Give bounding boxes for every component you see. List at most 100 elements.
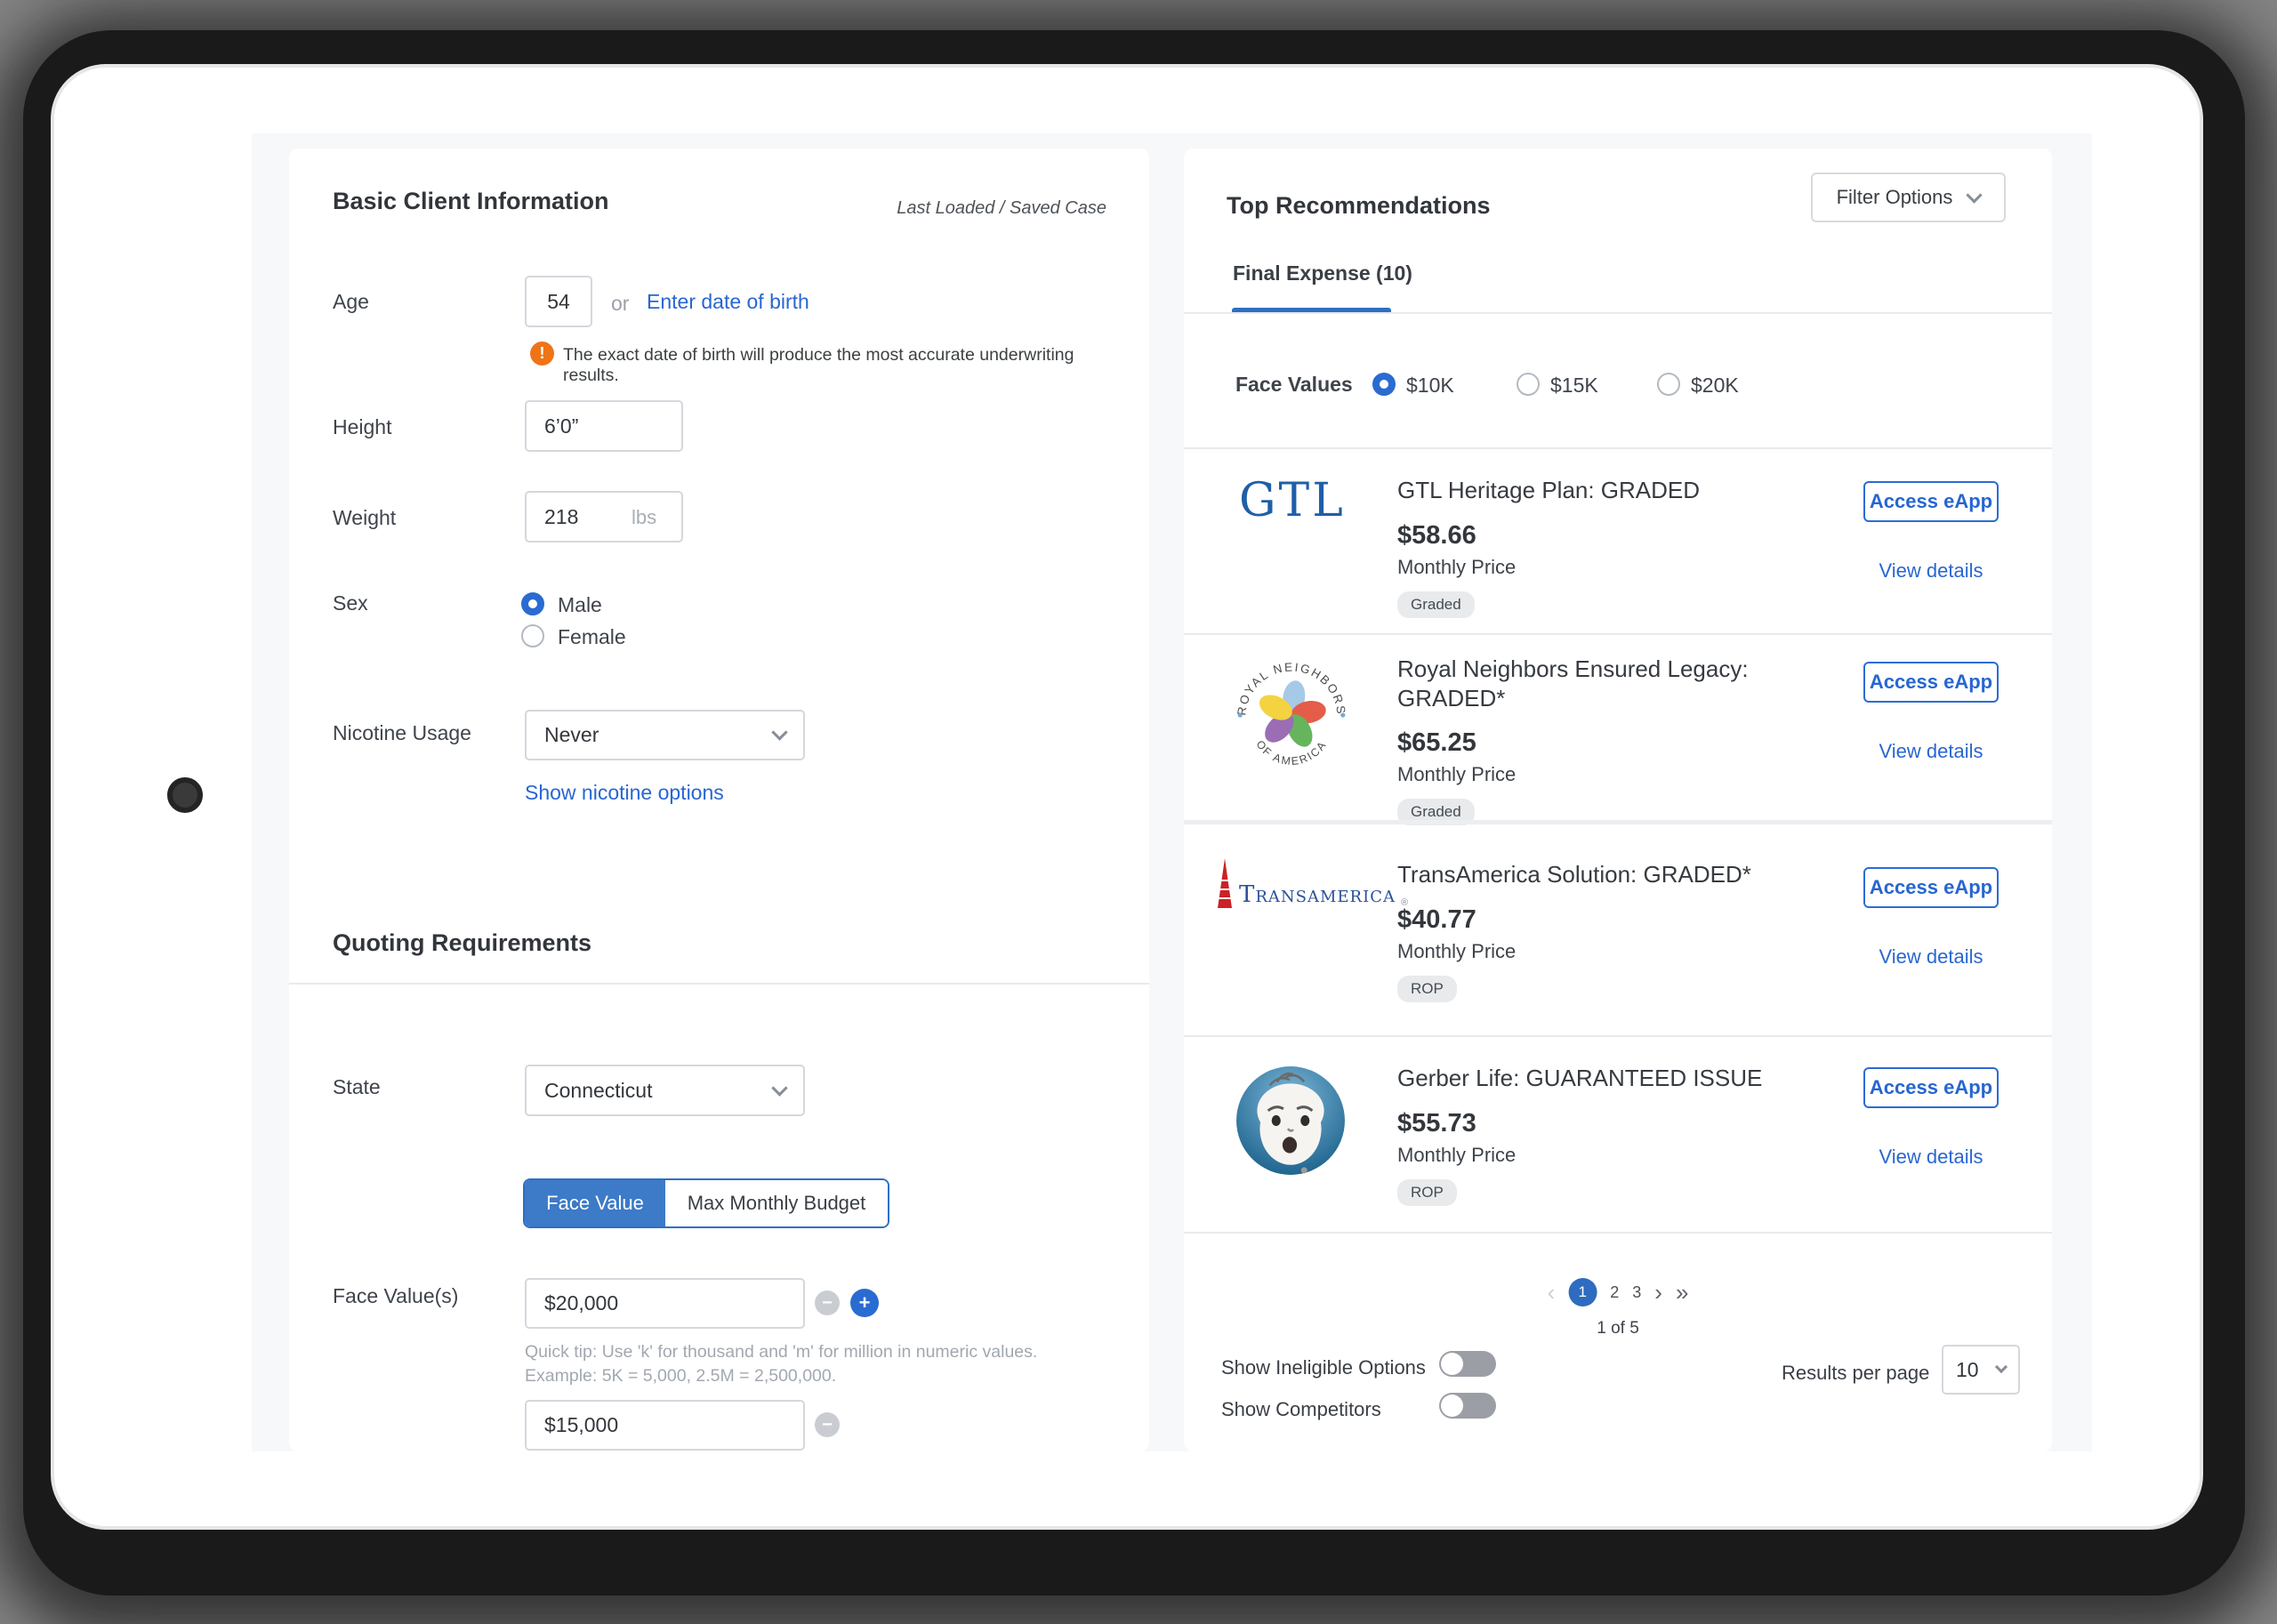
plan-main: TransAmerica Solution: GRADED* $40.77 Mo… xyxy=(1397,860,1751,1002)
face-value-20k-label[interactable]: $20K xyxy=(1691,374,1739,398)
recommendations-title: Top Recommendations xyxy=(1227,192,1491,220)
plan-badge: Graded xyxy=(1397,591,1475,618)
face-value-10k-label[interactable]: $10K xyxy=(1406,374,1454,398)
results-per-page-label: Results per page xyxy=(1782,1362,1929,1385)
plan-main: Royal Neighbors Ensured Legacy: GRADED* … xyxy=(1397,655,1793,825)
face-value-15k-radio[interactable] xyxy=(1517,373,1540,396)
plan-title: GTL Heritage Plan: GRADED xyxy=(1397,476,1700,505)
warning-icon: ! xyxy=(530,342,554,366)
saved-case-note: Last Loaded / Saved Case xyxy=(897,198,1106,219)
state-select[interactable]: Connecticut xyxy=(525,1065,805,1116)
next-page-icon[interactable]: › xyxy=(1654,1279,1662,1306)
gerber-baby-logo xyxy=(1234,1064,1348,1178)
page-2-button[interactable]: 2 xyxy=(1610,1283,1619,1302)
nicotine-select[interactable]: Never xyxy=(525,710,805,760)
plan-badge: ROP xyxy=(1397,1179,1457,1206)
quick-tip-line1: Quick tip: Use 'k' for thousand and 'm' … xyxy=(525,1342,1037,1363)
quote-mode-tabs: Face Value Max Monthly Budget xyxy=(523,1178,889,1228)
remove-face-value-button[interactable]: − xyxy=(815,1290,840,1315)
plan-price: $55.73 xyxy=(1397,1109,1762,1138)
or-text: or xyxy=(611,292,629,316)
plan-title: Royal Neighbors Ensured Legacy: GRADED* xyxy=(1397,655,1793,712)
access-eapp-button[interactable]: Access eApp xyxy=(1863,662,1999,703)
previous-page-icon[interactable]: ‹ xyxy=(1548,1279,1556,1306)
show-ineligible-toggle[interactable] xyxy=(1439,1351,1496,1377)
plan-row-gtl: GTL GTL Heritage Plan: GRADED $58.66 Mon… xyxy=(1184,449,2052,633)
results-footer: ‹ 1 2 3 › » 1 of 5 Show Ineligible Optio… xyxy=(1184,1232,2052,1451)
results-per-page-value: 10 xyxy=(1956,1358,1979,1382)
tab-face-value[interactable]: Face Value xyxy=(525,1180,665,1226)
face-value-15k-label[interactable]: $15K xyxy=(1550,374,1598,398)
weight-input[interactable] xyxy=(525,491,683,543)
plan-row-gerber: Gerber Life: GUARANTEED ISSUE $55.73 Mon… xyxy=(1184,1037,2052,1232)
tab-max-monthly-budget[interactable]: Max Monthly Budget xyxy=(665,1180,888,1226)
state-value: Connecticut xyxy=(544,1079,652,1103)
filter-options-label: Filter Options xyxy=(1837,186,1953,209)
access-eapp-button[interactable]: Access eApp xyxy=(1863,1067,1999,1108)
male-label[interactable]: Male xyxy=(558,593,602,617)
state-label: State xyxy=(333,1075,381,1099)
weight-unit: lbs xyxy=(632,506,656,529)
access-eapp-button[interactable]: Access eApp xyxy=(1863,867,1999,908)
plan-badge: ROP xyxy=(1397,976,1457,1002)
plan-price-caption: Monthly Price xyxy=(1397,556,1700,579)
plan-price: $58.66 xyxy=(1397,521,1700,551)
page-summary: 1 of 5 xyxy=(1597,1319,1639,1339)
page-1-button[interactable]: 1 xyxy=(1568,1278,1597,1306)
plan-actions: Access eApp View details xyxy=(1863,867,1999,969)
filter-options-button[interactable]: Filter Options xyxy=(1811,173,2006,222)
plan-actions: Access eApp View details xyxy=(1863,1067,1999,1169)
plan-price-caption: Monthly Price xyxy=(1397,763,1793,786)
view-details-link[interactable]: View details xyxy=(1863,945,1999,969)
last-page-icon[interactable]: » xyxy=(1676,1279,1688,1306)
face-value-20k-radio[interactable] xyxy=(1657,373,1680,396)
face-value-input-1[interactable] xyxy=(525,1278,805,1329)
age-input[interactable] xyxy=(525,276,592,327)
chevron-down-icon xyxy=(771,724,787,740)
add-face-value-button[interactable]: + xyxy=(850,1289,879,1317)
male-radio[interactable] xyxy=(521,592,544,615)
sex-label: Sex xyxy=(333,591,368,615)
svg-text:OF AMERICA: OF AMERICA xyxy=(1253,738,1329,768)
chevron-down-icon xyxy=(771,1080,787,1096)
face-value-input-2[interactable] xyxy=(525,1400,805,1451)
page-3-button[interactable]: 3 xyxy=(1632,1283,1641,1302)
recommendations-panel: Top Recommendations Filter Options Final… xyxy=(1184,149,2052,1451)
plan-title: Gerber Life: GUARANTEED ISSUE xyxy=(1397,1064,1762,1093)
remove-face-value-button-2[interactable]: − xyxy=(815,1412,840,1437)
results-per-page-select[interactable]: 10 xyxy=(1942,1345,2020,1395)
plan-row-royal-neighbors: ROYAL NEIGHBORS OF AMERICA Royal Neighbo… xyxy=(1184,635,2052,820)
plan-actions: Access eApp View details xyxy=(1863,481,1999,583)
plan-price: $40.77 xyxy=(1397,905,1751,935)
app-background: Basic Client Information Last Loaded / S… xyxy=(252,133,2092,1451)
section-divider xyxy=(289,983,1149,985)
gtl-logo: GTL xyxy=(1239,474,1346,527)
height-label: Height xyxy=(333,415,391,439)
view-details-link[interactable]: View details xyxy=(1863,1146,1999,1169)
dob-warning-text: The exact date of birth will produce the… xyxy=(563,345,1114,386)
panel-title: Basic Client Information xyxy=(333,188,609,215)
female-radio[interactable] xyxy=(521,624,544,647)
view-details-link[interactable]: View details xyxy=(1863,740,1999,763)
tab-final-expense[interactable]: Final Expense (10) xyxy=(1233,261,1412,285)
chevron-down-icon xyxy=(1995,1361,2007,1373)
plan-price-caption: Monthly Price xyxy=(1397,1144,1762,1167)
show-competitors-label: Show Competitors xyxy=(1221,1398,1381,1421)
client-info-panel: Basic Client Information Last Loaded / S… xyxy=(289,149,1149,1451)
plan-main: GTL Heritage Plan: GRADED $58.66 Monthly… xyxy=(1397,476,1700,618)
plan-price-caption: Monthly Price xyxy=(1397,940,1751,963)
view-details-link[interactable]: View details xyxy=(1863,559,1999,583)
transamerica-tower-icon xyxy=(1216,858,1234,908)
face-value-10k-radio[interactable] xyxy=(1372,373,1396,396)
show-competitors-toggle[interactable] xyxy=(1439,1393,1496,1419)
tablet-camera xyxy=(167,777,203,813)
nicotine-label: Nicotine Usage xyxy=(333,721,471,745)
plan-title: TransAmerica Solution: GRADED* xyxy=(1397,860,1751,889)
access-eapp-button[interactable]: Access eApp xyxy=(1863,481,1999,522)
female-label[interactable]: Female xyxy=(558,625,626,649)
height-input[interactable] xyxy=(525,400,683,452)
quick-tip-line2: Example: 5K = 5,000, 2.5M = 2,500,000. xyxy=(525,1366,836,1387)
show-nicotine-options-link[interactable]: Show nicotine options xyxy=(525,781,724,805)
plan-actions: Access eApp View details xyxy=(1863,662,1999,763)
enter-dob-link[interactable]: Enter date of birth xyxy=(647,290,809,314)
